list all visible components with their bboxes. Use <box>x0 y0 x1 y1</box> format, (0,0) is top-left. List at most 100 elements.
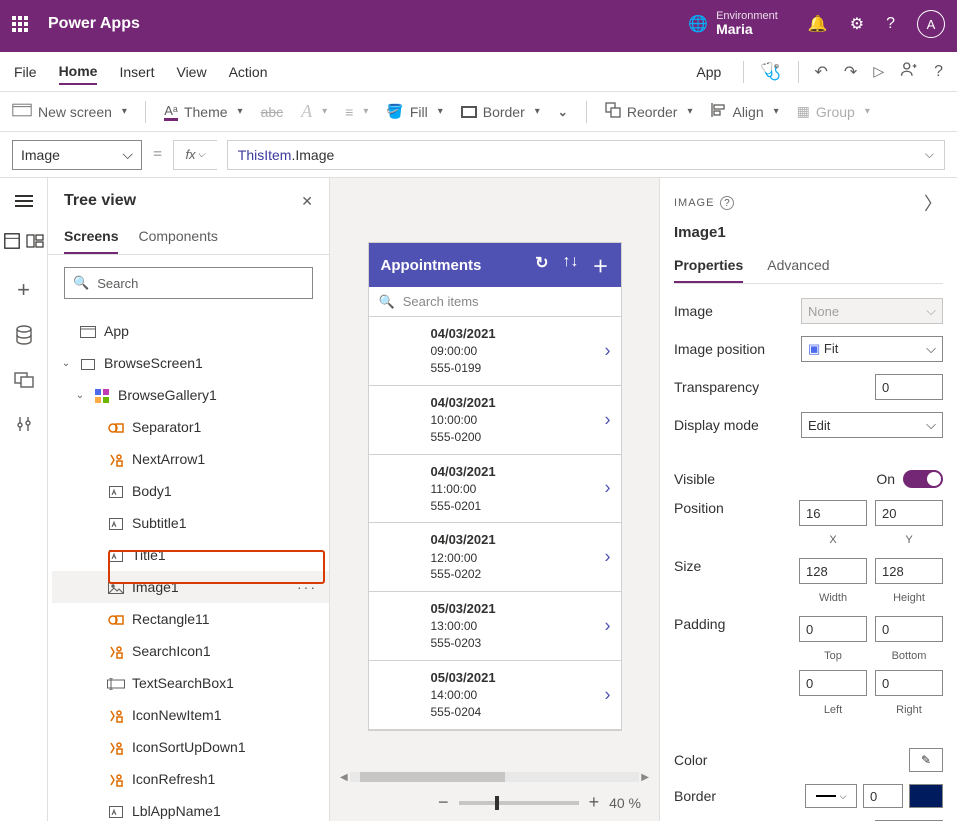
prop-padding-top[interactable]: 0 <box>799 616 867 642</box>
prop-image-dropdown[interactable]: None⌵ <box>801 298 943 324</box>
notifications-icon[interactable]: 🔔 <box>808 14 828 34</box>
tree-item-separator1[interactable]: Separator1 <box>52 411 329 443</box>
tree-item-subtitle1[interactable]: Subtitle1 <box>52 507 329 539</box>
tree-item-nextarrow1[interactable]: NextArrow1 <box>52 443 329 475</box>
undo-icon[interactable]: ↶ <box>815 62 828 82</box>
tree-item-browsescreen1[interactable]: ⌄BrowseScreen1 <box>52 347 329 379</box>
tree-item-lblappname1[interactable]: LblAppName1 <box>52 795 329 821</box>
scroll-left-icon[interactable]: ◀ <box>340 772 348 783</box>
prop-visible-label: Visible <box>674 471 876 487</box>
new-screen-button[interactable]: New screen▾ <box>12 103 127 120</box>
list-item[interactable]: 05/03/202113:00:00555-0203› <box>369 592 621 661</box>
menu-view[interactable]: View <box>176 60 206 84</box>
app-checker-icon[interactable]: 🩺 <box>760 62 781 82</box>
formula-expand-icon[interactable]: ⌵ <box>925 147 934 162</box>
avatar[interactable]: A <box>917 10 945 38</box>
prop-position-y[interactable]: 20 <box>875 500 943 526</box>
rail-advanced-tools[interactable] <box>15 415 33 438</box>
prop-visible-toggle[interactable] <box>903 470 943 488</box>
border-button[interactable]: Border▾ <box>461 104 540 120</box>
prop-image-position-dropdown[interactable]: ▣ Fit⌵ <box>801 336 943 362</box>
rail-tree-view[interactable] <box>3 232 44 255</box>
zoom-slider[interactable] <box>459 801 579 805</box>
rail-media[interactable] <box>14 372 34 393</box>
property-selector[interactable]: Image⌵ <box>12 140 142 170</box>
tab-properties[interactable]: Properties <box>674 253 743 283</box>
help-icon[interactable]: ? <box>886 15 895 33</box>
tree-item-body1[interactable]: Body1 <box>52 475 329 507</box>
chevron-right-icon: › <box>605 407 611 432</box>
tab-screens[interactable]: Screens <box>64 222 118 254</box>
prop-padding-bottom[interactable]: 0 <box>875 616 943 642</box>
prop-display-mode-dropdown[interactable]: Edit⌵ <box>801 412 943 438</box>
menu-home[interactable]: Home <box>59 59 98 85</box>
menu-file[interactable]: File <box>14 60 37 84</box>
help-menu-icon[interactable]: ? <box>934 63 943 81</box>
formula-input[interactable]: ThisItem.Image ⌵ <box>227 140 945 170</box>
theme-button[interactable]: Aᵃ Theme▾ <box>164 103 243 121</box>
rail-insert[interactable]: + <box>17 277 30 303</box>
tree-item-iconsortupdown1[interactable]: IconSortUpDown1 <box>52 731 329 763</box>
settings-icon[interactable]: ⚙ <box>850 14 864 34</box>
list-item[interactable]: 04/03/202109:00:00555-0199› <box>369 317 621 386</box>
rail-hamburger[interactable] <box>15 192 33 210</box>
info-icon[interactable]: ? <box>720 196 734 210</box>
prop-size-height[interactable]: 128 <box>875 558 943 584</box>
app-preview[interactable]: Appointments ↻ ↑↓ ＋ 🔍 Search items 04/03… <box>368 242 622 731</box>
refresh-icon[interactable]: ↻ <box>535 253 548 277</box>
chevron-down-icon[interactable]: ⌄ <box>74 390 86 401</box>
app-launcher-icon[interactable] <box>12 16 32 32</box>
reorder-button[interactable]: Reorder▾ <box>605 102 693 121</box>
sort-icon[interactable]: ↑↓ <box>562 253 578 277</box>
canvas-scrollbar[interactable]: ◀ ▶ <box>340 771 649 783</box>
prop-color-picker[interactable]: ✎ <box>909 748 943 772</box>
tree-item-textsearchbox1[interactable]: TextSearchBox1 <box>52 667 329 699</box>
add-icon[interactable]: ＋ <box>592 253 608 277</box>
preview-icon[interactable]: ▷ <box>873 63 884 80</box>
tree-item-iconnewitem1[interactable]: IconNewItem1 <box>52 699 329 731</box>
tree-item-rectangle11[interactable]: Rectangle11 <box>52 603 329 635</box>
prop-padding-right[interactable]: 0 <box>875 670 943 696</box>
tab-advanced[interactable]: Advanced <box>767 253 829 283</box>
tree-item-browsegallery1[interactable]: ⌄BrowseGallery1 <box>52 379 329 411</box>
tree-item-title1[interactable]: Title1 <box>52 539 329 571</box>
menu-action[interactable]: Action <box>229 60 268 84</box>
tree-search-input[interactable]: 🔍 Search <box>64 267 313 299</box>
fx-button[interactable]: fx⌵ <box>173 140 217 170</box>
align-button[interactable]: Align▾ <box>710 102 778 121</box>
tree-item-searchicon1[interactable]: SearchIcon1 <box>52 635 329 667</box>
scroll-right-icon[interactable]: ▶ <box>641 772 649 783</box>
list-item[interactable]: 04/03/202110:00:00555-0200› <box>369 386 621 455</box>
expand-icon[interactable]: 〉 <box>924 190 943 216</box>
prop-border-style[interactable]: ⌵ <box>805 784 857 808</box>
close-icon[interactable]: ✕ <box>301 193 313 210</box>
redo-icon[interactable]: ↷ <box>844 62 857 82</box>
prop-position-x[interactable]: 16 <box>799 500 867 526</box>
chevron-down-icon[interactable]: ⌄ <box>60 358 72 369</box>
prop-size-width[interactable]: 128 <box>799 558 867 584</box>
ribbon-overflow[interactable]: ⌄ <box>558 105 568 119</box>
rail-data[interactable] <box>15 325 33 350</box>
menu-insert[interactable]: Insert <box>119 60 154 84</box>
prop-transparency-input[interactable]: 0 <box>875 374 943 400</box>
environment-picker[interactable]: 🌐 Environment Maria <box>688 10 808 37</box>
zoom-in-button[interactable]: + <box>589 792 600 813</box>
menu-app[interactable]: App <box>696 60 721 84</box>
zoom-out-button[interactable]: − <box>438 792 449 813</box>
preview-search[interactable]: 🔍 Search items <box>369 287 621 317</box>
prop-padding-left[interactable]: 0 <box>799 670 867 696</box>
prop-border-color[interactable] <box>909 784 943 808</box>
list-item[interactable]: 04/03/202111:00:00555-0201› <box>369 455 621 524</box>
share-icon[interactable] <box>900 60 918 83</box>
tree-item-image1[interactable]: Image1··· <box>52 571 329 603</box>
list-item[interactable]: 04/03/202112:00:00555-0202› <box>369 523 621 592</box>
image-icon <box>106 579 126 595</box>
tree-item-app[interactable]: App <box>52 315 329 347</box>
fill-button[interactable]: 🪣 Fill▾ <box>386 103 442 120</box>
list-item[interactable]: 05/03/202114:00:00555-0204› <box>369 661 621 730</box>
tab-components[interactable]: Components <box>138 222 217 254</box>
prop-border-width[interactable]: 0 <box>863 784 903 808</box>
more-icon[interactable]: ··· <box>297 579 317 595</box>
tree-item-iconrefresh1[interactable]: IconRefresh1 <box>52 763 329 795</box>
prop-transparency-label: Transparency <box>674 379 875 395</box>
